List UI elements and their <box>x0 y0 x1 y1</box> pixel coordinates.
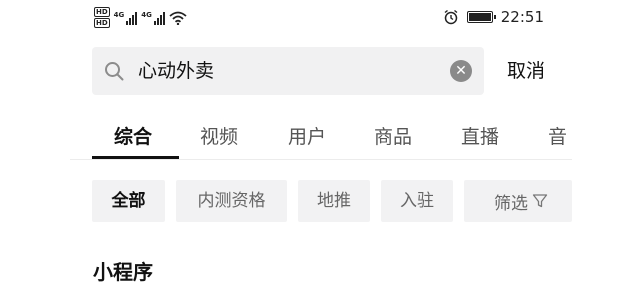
tab-products[interactable]: 商品 <box>374 122 412 149</box>
chip-settle-in[interactable]: 入驻 <box>381 180 453 222</box>
battery-icon <box>466 11 496 23</box>
tab-music[interactable]: 音 <box>548 122 567 149</box>
status-bar: HD HD 4G 4G 22:51 <box>0 0 640 36</box>
tab-users[interactable]: 用户 <box>288 122 326 149</box>
alarm-icon <box>444 9 458 25</box>
signal-icon: 4G <box>141 11 165 25</box>
chip-ground-promotion[interactable]: 地推 <box>298 180 370 222</box>
chip-beta-qualification[interactable]: 内测资格 <box>176 180 287 222</box>
cancel-button[interactable]: 取消 <box>507 47 545 95</box>
network-type-label: 4G <box>141 10 152 19</box>
filter-label: 筛选 <box>494 193 528 214</box>
status-right: 22:51 <box>443 8 544 26</box>
funnel-icon <box>532 194 548 208</box>
search-icon <box>105 62 124 81</box>
search-input[interactable]: 心动外卖 <box>138 47 214 95</box>
hd-badge: HD <box>94 7 110 17</box>
signal-icon: 4G <box>114 11 138 25</box>
divider <box>70 159 572 160</box>
chip-all[interactable]: 全部 <box>92 180 165 222</box>
hd-icon: HD HD <box>94 7 110 28</box>
wifi-icon <box>169 11 187 25</box>
result-tabs: 综合 视频 用户 商品 直播 音 <box>92 112 572 160</box>
filter-button[interactable]: 筛选 <box>464 180 572 222</box>
hd-badge: HD <box>94 18 110 28</box>
network-type-label: 4G <box>113 10 125 19</box>
section-title-mini-programs: 小程序 <box>93 260 153 284</box>
tab-live[interactable]: 直播 <box>461 122 499 149</box>
clear-icon[interactable]: ✕ <box>450 60 472 82</box>
tab-video[interactable]: 视频 <box>200 122 238 149</box>
status-left: HD HD 4G 4G <box>94 7 187 28</box>
search-bar[interactable]: 心动外卖 ✕ <box>92 47 484 95</box>
clock: 22:51 <box>500 8 544 26</box>
tab-comprehensive[interactable]: 综合 <box>114 122 152 149</box>
